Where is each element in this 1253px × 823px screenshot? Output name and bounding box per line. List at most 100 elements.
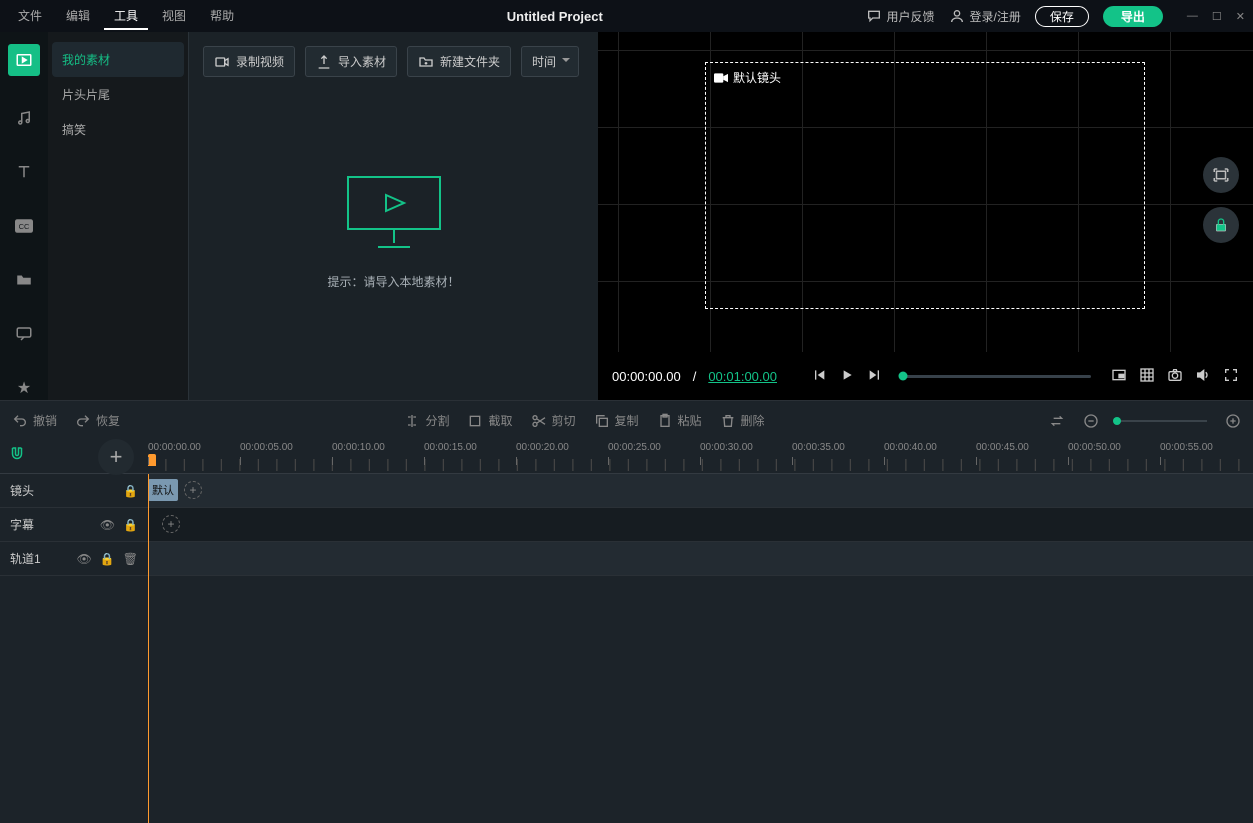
ruler-tick: 00:00:10.00	[332, 442, 385, 453]
volume-button[interactable]	[1195, 367, 1211, 386]
swap-icon	[1049, 413, 1065, 429]
side-tab-star[interactable]: ★	[12, 376, 36, 400]
add-subtitle-button[interactable]: +	[162, 515, 180, 533]
grid-icon	[1139, 367, 1155, 383]
fit-screen-button[interactable]	[1203, 157, 1239, 193]
crop-icon	[467, 413, 483, 429]
zoom-out-button[interactable]	[1083, 413, 1099, 429]
media-icon	[15, 51, 33, 69]
upload-icon	[316, 54, 332, 70]
crop-button[interactable]: 截取	[467, 412, 512, 429]
ruler-tick: 00:00:50.00	[1068, 442, 1121, 453]
timeline-ruler[interactable]: 00:00:00.0000:00:05.0000:00:10.0000:00:1…	[148, 440, 1253, 473]
playhead-line[interactable]	[148, 474, 149, 823]
zoom-slider[interactable]	[1117, 420, 1207, 422]
eye-icon[interactable]: 👁	[100, 518, 115, 532]
undo-button[interactable]: 撤销	[12, 412, 57, 429]
pip-button[interactable]	[1111, 367, 1127, 386]
lock-icon[interactable]: 🔒	[123, 518, 138, 532]
menu-view[interactable]: 视图	[152, 3, 196, 30]
record-icon	[214, 54, 230, 70]
snapshot-button[interactable]	[1167, 367, 1183, 386]
preview-camera-label: 默认镜头	[733, 69, 781, 86]
zoom-in-button[interactable]	[1225, 413, 1241, 429]
timeline: + 00:00:00.0000:00:05.0000:00:10.0000:00…	[0, 440, 1253, 823]
delete-track-icon[interactable]: 🗑	[123, 552, 138, 566]
category-intro-outro[interactable]: 片头片尾	[48, 77, 188, 112]
folder-icon	[15, 271, 33, 289]
cut-button[interactable]: 剪切	[531, 412, 576, 429]
preview-scrubber[interactable]	[903, 375, 1091, 378]
login-button[interactable]: 登录/注册	[949, 8, 1021, 25]
record-video-button[interactable]: 录制视频	[203, 46, 295, 77]
lock-icon[interactable]: 🔒	[100, 552, 115, 566]
next-frame-button[interactable]	[867, 367, 883, 386]
category-funny[interactable]: 搞笑	[48, 112, 188, 147]
track-1-content[interactable]	[148, 542, 1253, 575]
side-tab-caption[interactable]: CC	[12, 214, 36, 238]
zoom-out-icon	[1083, 413, 1099, 429]
media-panel: 录制视频 导入素材 新建文件夹 时间 提示：请导入本地素材！	[188, 32, 598, 400]
save-button[interactable]: 保存	[1035, 6, 1089, 27]
side-tab-comment[interactable]	[12, 322, 36, 346]
prev-frame-button[interactable]	[811, 367, 827, 386]
track-subtitle-content[interactable]: +	[148, 508, 1253, 541]
copy-button[interactable]: 复制	[594, 412, 639, 429]
new-folder-button[interactable]: 新建文件夹	[407, 46, 511, 77]
track-subtitle: 字幕👁🔒 +	[0, 508, 1253, 542]
close-button[interactable]: ✕	[1236, 10, 1245, 23]
paste-button[interactable]: 粘贴	[657, 412, 702, 429]
track-lens-content[interactable]: 默认 +	[148, 474, 1253, 507]
chat-icon	[866, 8, 882, 24]
ruler-tick: 00:00:15.00	[424, 442, 477, 453]
menu-file[interactable]: 文件	[8, 3, 52, 30]
undo-icon	[12, 413, 28, 429]
side-tab-folder[interactable]	[12, 268, 36, 292]
paste-icon	[657, 413, 673, 429]
clip-default-lens[interactable]: 默认 +	[148, 478, 202, 502]
lock-button[interactable]	[1203, 207, 1239, 243]
menu-help[interactable]: 帮助	[200, 3, 244, 30]
sort-dropdown[interactable]: 时间	[521, 46, 579, 77]
maximize-button[interactable]: ☐	[1212, 10, 1222, 23]
preview-frame[interactable]: 默认镜头	[705, 62, 1145, 309]
add-clip-button[interactable]: +	[184, 481, 202, 499]
empty-monitor-icon	[344, 173, 444, 253]
media-empty-hint: 提示：请导入本地素材！	[327, 273, 459, 290]
play-button[interactable]	[839, 367, 855, 386]
comment-icon	[15, 325, 33, 343]
minimize-button[interactable]: —	[1187, 10, 1198, 23]
lock-icon[interactable]: 🔒	[123, 484, 138, 498]
import-media-button[interactable]: 导入素材	[305, 46, 397, 77]
category-my-media[interactable]: 我的素材	[52, 42, 184, 77]
redo-icon	[75, 413, 91, 429]
playhead-handle[interactable]	[148, 454, 156, 466]
eye-icon[interactable]: 👁	[77, 552, 92, 566]
new-folder-icon	[418, 54, 434, 70]
media-category-list: 我的素材 片头片尾 搞笑	[48, 32, 188, 400]
preview-controls: 00:00:00.00 / 00:01:00.00	[598, 352, 1253, 400]
side-tab-media[interactable]	[8, 44, 40, 76]
side-tab-audio[interactable]	[12, 106, 36, 130]
text-icon	[15, 163, 33, 181]
preview-canvas[interactable]: 默认镜头	[598, 32, 1253, 352]
redo-button[interactable]: 恢复	[75, 412, 120, 429]
trash-icon	[720, 413, 736, 429]
ruler-tick: 00:00:40.00	[884, 442, 937, 453]
swap-button[interactable]	[1049, 413, 1065, 429]
snap-toggle[interactable]	[8, 445, 26, 468]
grid-button[interactable]	[1139, 367, 1155, 386]
duration-time[interactable]: 00:01:00.00	[708, 369, 777, 384]
split-button[interactable]: 分割	[404, 412, 449, 429]
menu-tools[interactable]: 工具	[104, 3, 148, 30]
export-button[interactable]: 导出	[1103, 6, 1163, 27]
delete-button[interactable]: 删除	[720, 412, 765, 429]
lock-icon	[1213, 217, 1229, 233]
user-icon	[949, 8, 965, 24]
add-track-button[interactable]: +	[98, 439, 134, 475]
menu-edit[interactable]: 编辑	[56, 3, 100, 30]
skip-back-icon	[811, 367, 827, 383]
side-tab-text[interactable]	[12, 160, 36, 184]
feedback-button[interactable]: 用户反馈	[866, 8, 935, 25]
fullscreen-button[interactable]	[1223, 367, 1239, 386]
